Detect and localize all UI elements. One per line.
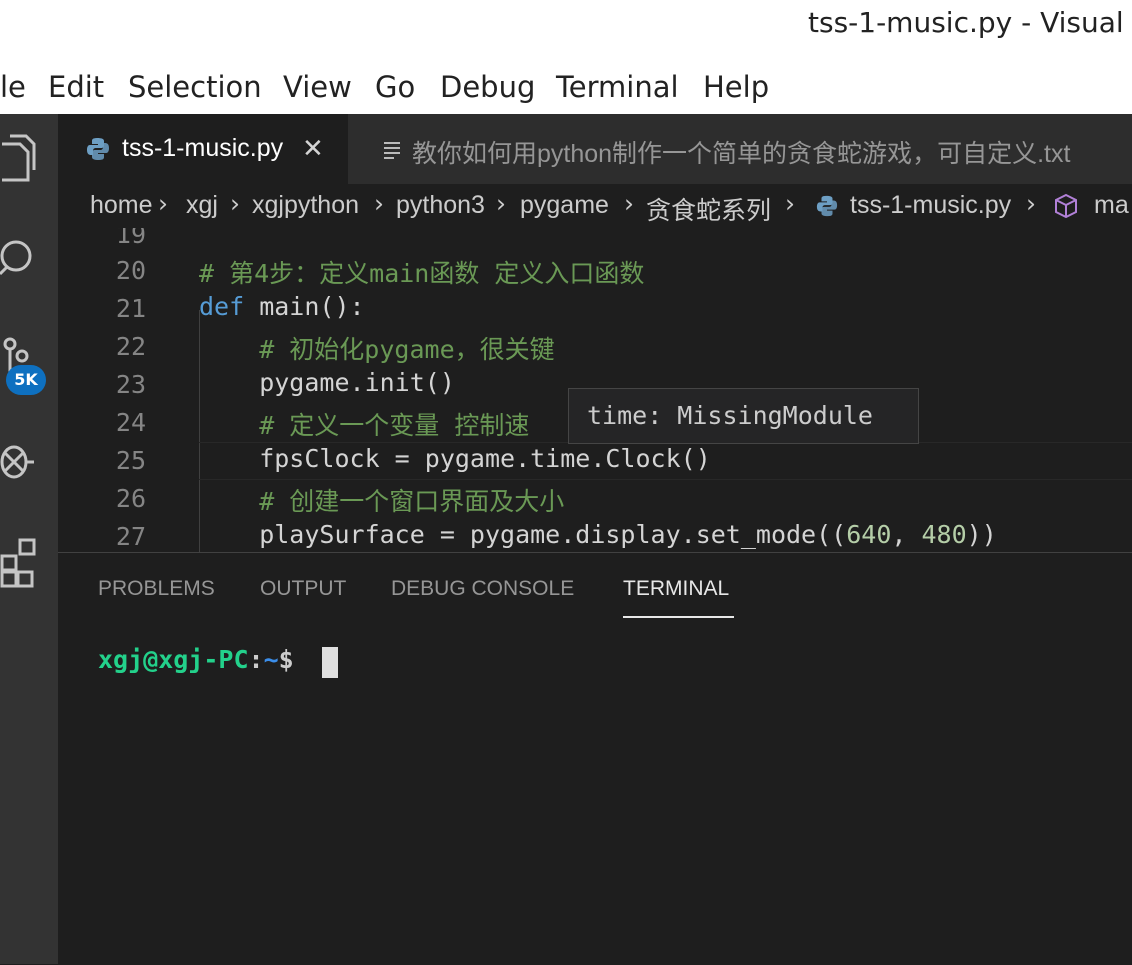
chevron-right-icon: › — [785, 189, 795, 218]
title-bar: tss-1-music.py - Visual St — [0, 0, 1132, 60]
breadcrumb-python3[interactable]: python3 — [396, 191, 485, 220]
scm-badge: 5K — [6, 365, 46, 395]
tab-label: tss-1-music.py — [122, 134, 284, 162]
line-number: 27 — [115, 522, 146, 551]
tab-problems[interactable]: PROBLEMS — [98, 577, 215, 601]
code-number: 480 — [921, 520, 967, 549]
tab-tss-1-music[interactable]: tss-1-music.py ✕ — [58, 114, 348, 184]
line-number: 24 — [115, 408, 146, 437]
chevron-right-icon: › — [496, 189, 506, 218]
code-line-25[interactable]: fpsClock = pygame.time.Clock() — [199, 444, 711, 473]
code-editor[interactable]: 19 20 # 第4步：定义main函数 定义入口函数 21 def main(… — [58, 228, 1132, 552]
active-tab-indicator — [623, 616, 734, 618]
menu-edit[interactable]: Edit — [48, 70, 104, 104]
code-keyword: def — [199, 292, 245, 321]
tab-terminal[interactable]: TERMINAL — [623, 577, 729, 601]
line-number: 23 — [115, 370, 146, 399]
terminal-prompt[interactable]: xgj@xgj-PC:~$ — [98, 645, 294, 674]
code-text: playSurface = pygame.display.set_mode(( — [199, 520, 847, 549]
breadcrumb-pygame[interactable]: pygame — [520, 191, 609, 220]
chevron-right-icon: › — [1026, 189, 1036, 218]
code-line-20[interactable]: # 第4步：定义main函数 定义入口函数 — [199, 254, 644, 290]
tab-debug-console[interactable]: DEBUG CONSOLE — [391, 577, 574, 601]
tab-label: 教你如何用python制作一个简单的贪食蛇游戏，可自定义.txt — [412, 140, 1071, 168]
python-icon — [86, 137, 110, 165]
terminal-cursor — [322, 647, 338, 678]
menu-go[interactable]: Go — [375, 70, 415, 104]
breadcrumb: home › xgj › xgjpython › python3 › pygam… — [58, 184, 1132, 228]
code-text: main(): — [244, 292, 365, 321]
breadcrumb-file[interactable]: tss-1-music.py — [850, 191, 1011, 220]
line-number: 25 — [115, 446, 146, 475]
menu-view[interactable]: View — [283, 70, 352, 104]
menu-file[interactable]: le — [0, 70, 26, 104]
search-icon[interactable] — [0, 230, 58, 288]
code-line-27[interactable]: playSurface = pygame.display.set_mode((6… — [199, 520, 997, 549]
breadcrumb-xgj[interactable]: xgj — [186, 191, 218, 220]
files-icon[interactable] — [0, 130, 58, 188]
python-icon — [816, 195, 838, 221]
breadcrumb-home[interactable]: home — [90, 191, 153, 220]
terminal-colon: : — [248, 645, 264, 674]
tab-output[interactable]: OUTPUT — [260, 577, 346, 601]
line-number: 20 — [115, 256, 146, 285]
symbol-cube-icon — [1053, 193, 1079, 223]
close-icon[interactable]: ✕ — [302, 134, 324, 164]
code-line-21[interactable]: def main(): — [199, 292, 365, 321]
line-number: 21 — [115, 294, 146, 323]
menu-terminal[interactable]: Terminal — [556, 70, 679, 104]
chevron-right-icon: › — [374, 189, 384, 218]
window-title: tss-1-music.py - Visual St — [808, 6, 1132, 39]
text-file-icon — [382, 140, 402, 164]
chevron-right-icon: › — [158, 189, 168, 218]
editor-tab-bar: tss-1-music.py ✕ 教你如何用python制作一个简单的贪食蛇游戏… — [58, 114, 1132, 184]
breadcrumb-snake-series[interactable]: 贪食蛇系列 — [646, 191, 771, 227]
code-line-23[interactable]: pygame.init() — [199, 368, 455, 397]
code-number: 640 — [846, 520, 892, 549]
terminal-path: ~ — [263, 645, 279, 674]
breadcrumb-xgjpython[interactable]: xgjpython — [252, 191, 359, 220]
code-line-24[interactable]: # 定义一个变量 控制速 — [199, 406, 529, 442]
chevron-right-icon: › — [230, 189, 240, 218]
line-number: 22 — [115, 332, 146, 361]
chevron-right-icon: › — [624, 189, 634, 218]
code-text: )) — [966, 520, 997, 549]
extensions-icon[interactable] — [0, 534, 58, 592]
activity-bar: 5K — [0, 114, 58, 964]
menu-debug[interactable]: Debug — [440, 70, 535, 104]
hover-tooltip-text: time: MissingModule — [587, 401, 873, 430]
menu-help[interactable]: Help — [703, 70, 769, 104]
line-number: 26 — [115, 484, 146, 513]
line-number: 19 — [115, 228, 146, 249]
menu-bar: le Edit Selection View Go Debug Terminal… — [0, 60, 1132, 114]
terminal-user-host: xgj@xgj-PC — [98, 645, 249, 674]
hover-tooltip: time: MissingModule — [568, 388, 919, 444]
breadcrumb-symbol[interactable]: ma — [1094, 191, 1129, 220]
terminal-symbol: $ — [278, 645, 294, 674]
bottom-panel: PROBLEMS OUTPUT DEBUG CONSOLE TERMINAL x… — [58, 552, 1132, 965]
code-line-22[interactable]: # 初始化pygame，很关键 — [199, 330, 554, 366]
menu-selection[interactable]: Selection — [128, 70, 262, 104]
code-text: , — [891, 520, 922, 549]
tab-snake-guide-txt[interactable]: 教你如何用python制作一个简单的贪食蛇游戏，可自定义.txt — [348, 114, 1132, 184]
code-line-26[interactable]: # 创建一个窗口界面及大小 — [199, 482, 564, 518]
debug-icon[interactable] — [0, 432, 58, 490]
